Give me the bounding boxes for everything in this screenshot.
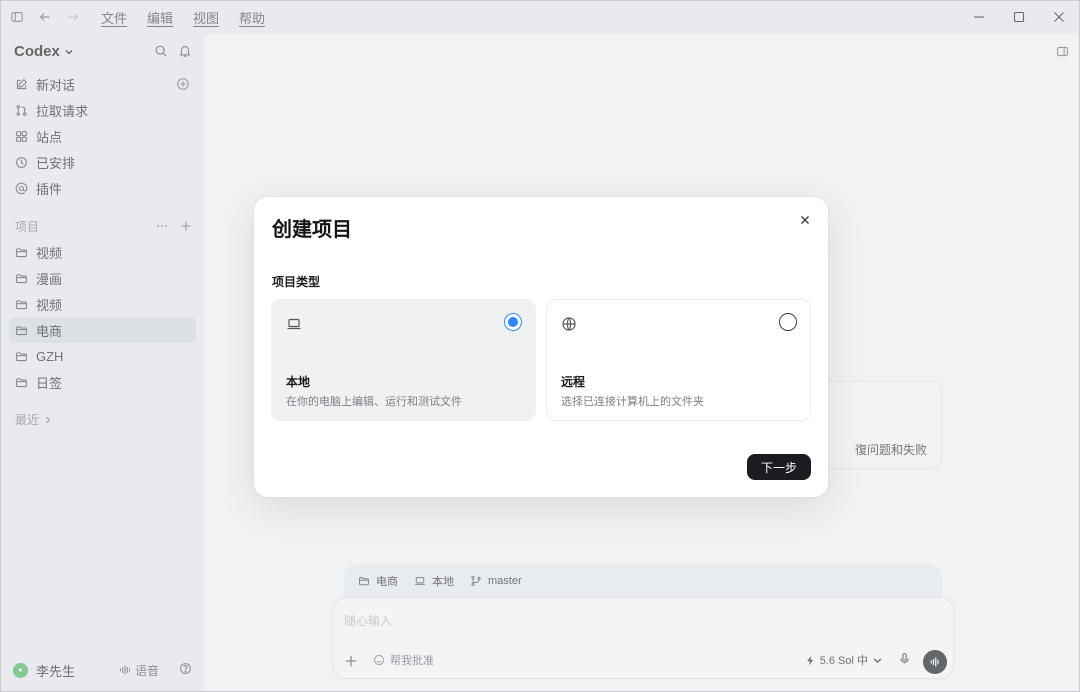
option-local[interactable]: 本地 在你的电脑上编辑、运行和测试文件 <box>271 299 536 421</box>
globe-icon <box>562 317 576 331</box>
dialog-title: 创建项目 <box>272 219 352 241</box>
laptop-icon <box>287 318 301 330</box>
option-title: 远程 <box>561 375 586 389</box>
app-window: 文件 编辑 视图 帮助 Codex 新对话 拉取请求 站点 已安排 插件 项目 … <box>0 0 1080 692</box>
create-project-dialog: 创建项目 项目类型 本地 在你的电脑上编辑、运行和测试文件 远程 选择已连接计算… <box>254 197 828 497</box>
option-description: 选择已连接计算机上的文件夹 <box>561 396 704 408</box>
option-remote[interactable]: 远程 选择已连接计算机上的文件夹 <box>546 299 811 421</box>
project-type-label: 项目类型 <box>272 275 321 289</box>
radio-remote[interactable] <box>779 313 797 331</box>
next-button[interactable]: 下一步 <box>747 454 811 480</box>
close-icon[interactable] <box>798 213 812 227</box>
radio-local-selected[interactable] <box>504 313 522 331</box>
option-description: 在你的电脑上编辑、运行和测试文件 <box>286 396 462 408</box>
option-title: 本地 <box>286 375 311 389</box>
